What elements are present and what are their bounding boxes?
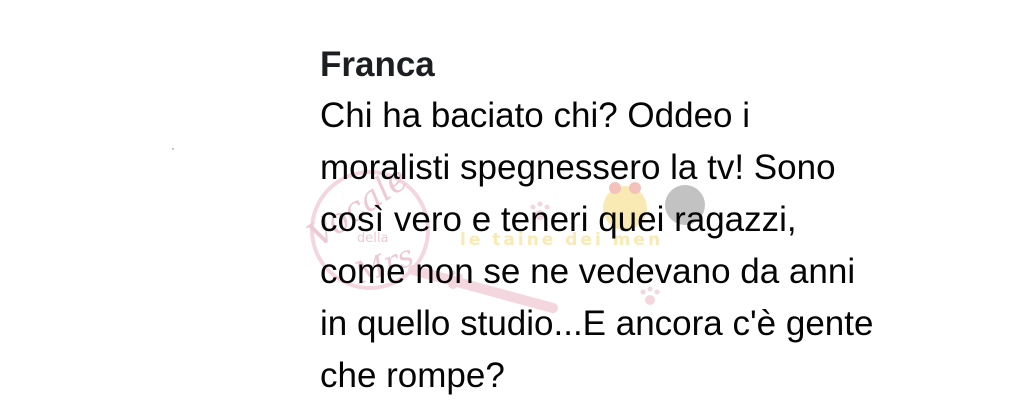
comment-author[interactable]: Franca [320,42,980,88]
comment-text: Chi ha baciato chi? Oddeo i moralisti sp… [320,96,874,395]
decorative-dot [172,148,174,150]
comment-block: Franca Chi ha baciato chi? Oddeo i moral… [320,42,980,402]
